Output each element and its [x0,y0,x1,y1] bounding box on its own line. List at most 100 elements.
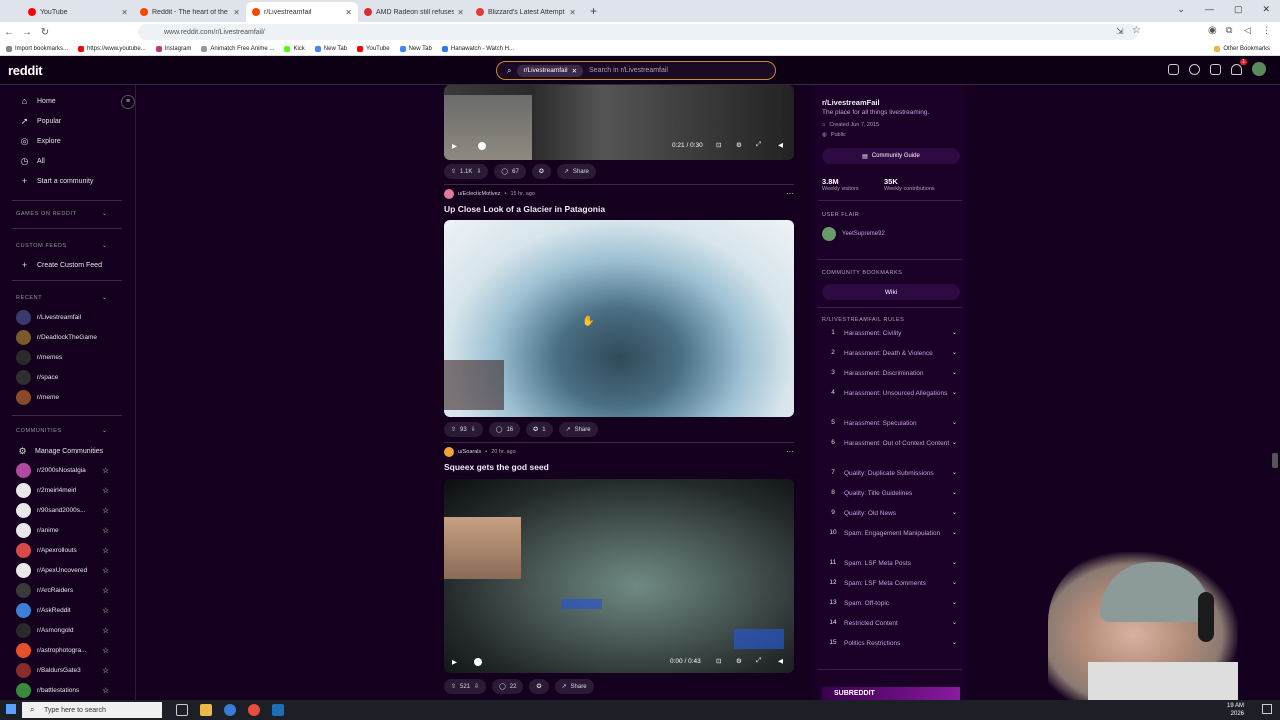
steam-icon[interactable] [272,704,284,716]
bookmark-star-icon[interactable]: ☆ [1132,25,1141,36]
comments-button[interactable]: ◯ 67 [494,164,526,179]
url-field[interactable]: www.reddit.com/r/Livestreamfail/ [138,24,1138,40]
rule-item[interactable]: 15 Politics Restrictions ⌄ [822,639,962,648]
community-item[interactable]: r/BaldursGate3 ☆ [16,663,116,678]
community-item[interactable]: r/anime ☆ [16,523,116,538]
favorite-star-icon[interactable]: ☆ [102,586,109,595]
collapse-sidebar-button[interactable]: ≡ [121,95,135,109]
upvote-icon[interactable]: ⇧ [451,426,456,433]
reddit-logo[interactable]: reddit [8,63,43,78]
taskbar-clock[interactable]: 19 AM 2026 [1227,702,1244,718]
rule-item[interactable]: 11 Spam: LSF Meta Posts ⌄ [822,559,962,568]
bookmark-item[interactable]: YouTube [357,45,390,52]
comments-button[interactable]: ◯ 22 [492,679,524,694]
sound-icon[interactable]: ◀ [778,141,783,149]
settings-icon[interactable]: ⚙ [736,141,742,149]
rule-item[interactable]: 4 Harassment: Unsourced Allegations ⌄ [822,389,962,398]
bookmark-item[interactable]: Instagram [155,45,191,52]
share-button[interactable]: ↗ Share [558,422,598,437]
close-tab-icon[interactable]: ✕ [345,8,352,17]
maximize-button[interactable]: ▢ [1234,4,1243,15]
puzzle-icon[interactable]: ⧉ [1226,25,1232,36]
favorite-star-icon[interactable]: ☆ [102,546,109,555]
browser-tab[interactable]: AMD Radeon still refuses to ofi✕ [358,2,470,22]
post-title[interactable]: Up Close Look of a Glacier in Patagonia [444,204,794,214]
fullscreen-icon[interactable]: ⤢ [756,141,761,149]
browser-tab[interactable]: r/Livestreamfail ✕ [246,2,358,22]
manage-communities[interactable]: ⚙ Manage Communities [18,447,103,456]
award-button[interactable]: ✪ [531,164,551,179]
share-button[interactable]: ↗ Share [554,679,594,694]
chip-close-icon[interactable]: ✕ [572,67,577,75]
favorite-star-icon[interactable]: ☆ [102,506,109,515]
chevron-down-icon[interactable]: ⌄ [102,210,107,217]
volume-slider-knob[interactable] [474,658,482,666]
rule-item[interactable]: 10 Spam: Engagement Manipulation ⌄ [822,529,962,538]
search-bar[interactable]: ⌕ r/Livestreamfail ✕ Search in r/Livestre… [496,61,776,80]
custom-feeds-heading[interactable]: CUSTOM FEEDS [16,243,67,249]
rule-item[interactable]: 7 Quality: Duplicate Submissions ⌄ [822,469,962,478]
other-bookmarks[interactable]: Other Bookmarks [1214,45,1270,52]
post-author[interactable]: u/Soarals [458,449,481,455]
recent-community[interactable]: r/DeadlockTheGame [16,330,116,345]
volume-slider-knob[interactable] [478,142,486,150]
bookmark-item[interactable]: New Tab [399,45,432,52]
community-item[interactable]: r/2meirl4meirl ☆ [16,483,116,498]
games-heading[interactable]: GAMES ON REDDIT [16,211,77,217]
subreddit-search-chip[interactable]: r/Livestreamfail ✕ [517,64,584,77]
more-options-icon[interactable]: ⋯ [786,189,794,198]
notifications-icon[interactable]: 1 [1231,58,1247,75]
browser-tab[interactable]: Blizzard's Latest Attempt at a S✕ [470,2,582,22]
forward-button[interactable]: → [18,27,36,38]
file-explorer-icon[interactable] [200,704,212,716]
bookmark-item[interactable]: New Tab [314,45,347,52]
bookmark-item[interactable]: Kick [284,45,305,52]
user-avatar[interactable] [1252,62,1266,76]
sound-icon[interactable]: ◀ [778,657,783,665]
recent-heading[interactable]: RECENT [16,295,42,301]
favorite-star-icon[interactable]: ☆ [102,646,109,655]
wiki-button[interactable]: Wiki [822,284,960,300]
rule-item[interactable]: 5 Harassment: Speculation ⌄ [822,419,962,428]
close-window-button[interactable]: ✕ [1262,4,1270,15]
post-video[interactable]: ▶ 0:00 / 0:43 ⊡ ⚙ ⤢ ◀ [444,479,794,673]
close-tab-icon[interactable]: ✕ [457,8,464,17]
post-card[interactable]: u/Soarals • 20 hr. ago ⋯ Squeex gets the g… [444,447,794,472]
community-item[interactable]: r/AskReddit ☆ [16,603,116,618]
community-item[interactable]: r/2000sNostalgia ☆ [16,463,116,478]
create-custom-feed[interactable]: + Create Custom Feed [20,261,102,270]
reload-button[interactable]: ↻ [36,27,54,38]
chevron-down-icon[interactable]: ⌄ [102,242,107,249]
rule-item[interactable]: 12 Spam: LSF Meta Comments ⌄ [822,579,962,588]
downvote-icon[interactable]: ⇩ [471,426,476,433]
volume-icon[interactable]: ◁ [1244,25,1251,36]
captions-icon[interactable]: ⊡ [716,141,721,149]
new-tab-button[interactable]: + [590,4,597,18]
upvote-icon[interactable]: ⇧ [451,683,456,690]
user-flair[interactable]: YeetSupreme92 [822,227,885,241]
favorite-star-icon[interactable]: ☆ [102,566,109,575]
fullscreen-icon[interactable]: ⤢ [756,657,761,665]
community-item[interactable]: r/Asmongold ☆ [16,623,116,638]
chat-icon[interactable] [1189,63,1200,75]
communities-heading[interactable]: COMMUNITIES [16,428,62,434]
favorite-star-icon[interactable]: ☆ [102,466,109,475]
share-button[interactable]: ↗ Share [556,164,596,179]
firefox-icon[interactable] [248,704,260,716]
install-icon[interactable]: ⇲ [1116,26,1124,37]
favorite-star-icon[interactable]: ☆ [102,686,109,695]
taskbar-search[interactable]: ⌕ Type here to search [22,702,162,718]
back-button[interactable]: ← [0,27,18,38]
community-item[interactable]: r/ApexUncovered ☆ [16,563,116,578]
award-button[interactable]: ✪ 1 [526,422,553,437]
chevron-down-icon[interactable]: ⌄ [102,427,107,434]
create-post-icon[interactable] [1210,63,1221,75]
recent-community[interactable]: r/Livestreamfail [16,310,116,325]
post-title[interactable]: Squeex gets the god seed [444,462,794,472]
sidebar-nav-item[interactable]: ◎ Explore [20,137,61,146]
notification-center-icon[interactable] [1262,704,1272,714]
task-view-icon[interactable] [176,704,188,716]
play-icon[interactable]: ▶ [452,658,457,666]
upvote-icon[interactable]: ⇧ [451,168,456,175]
favorite-star-icon[interactable]: ☆ [102,486,109,495]
